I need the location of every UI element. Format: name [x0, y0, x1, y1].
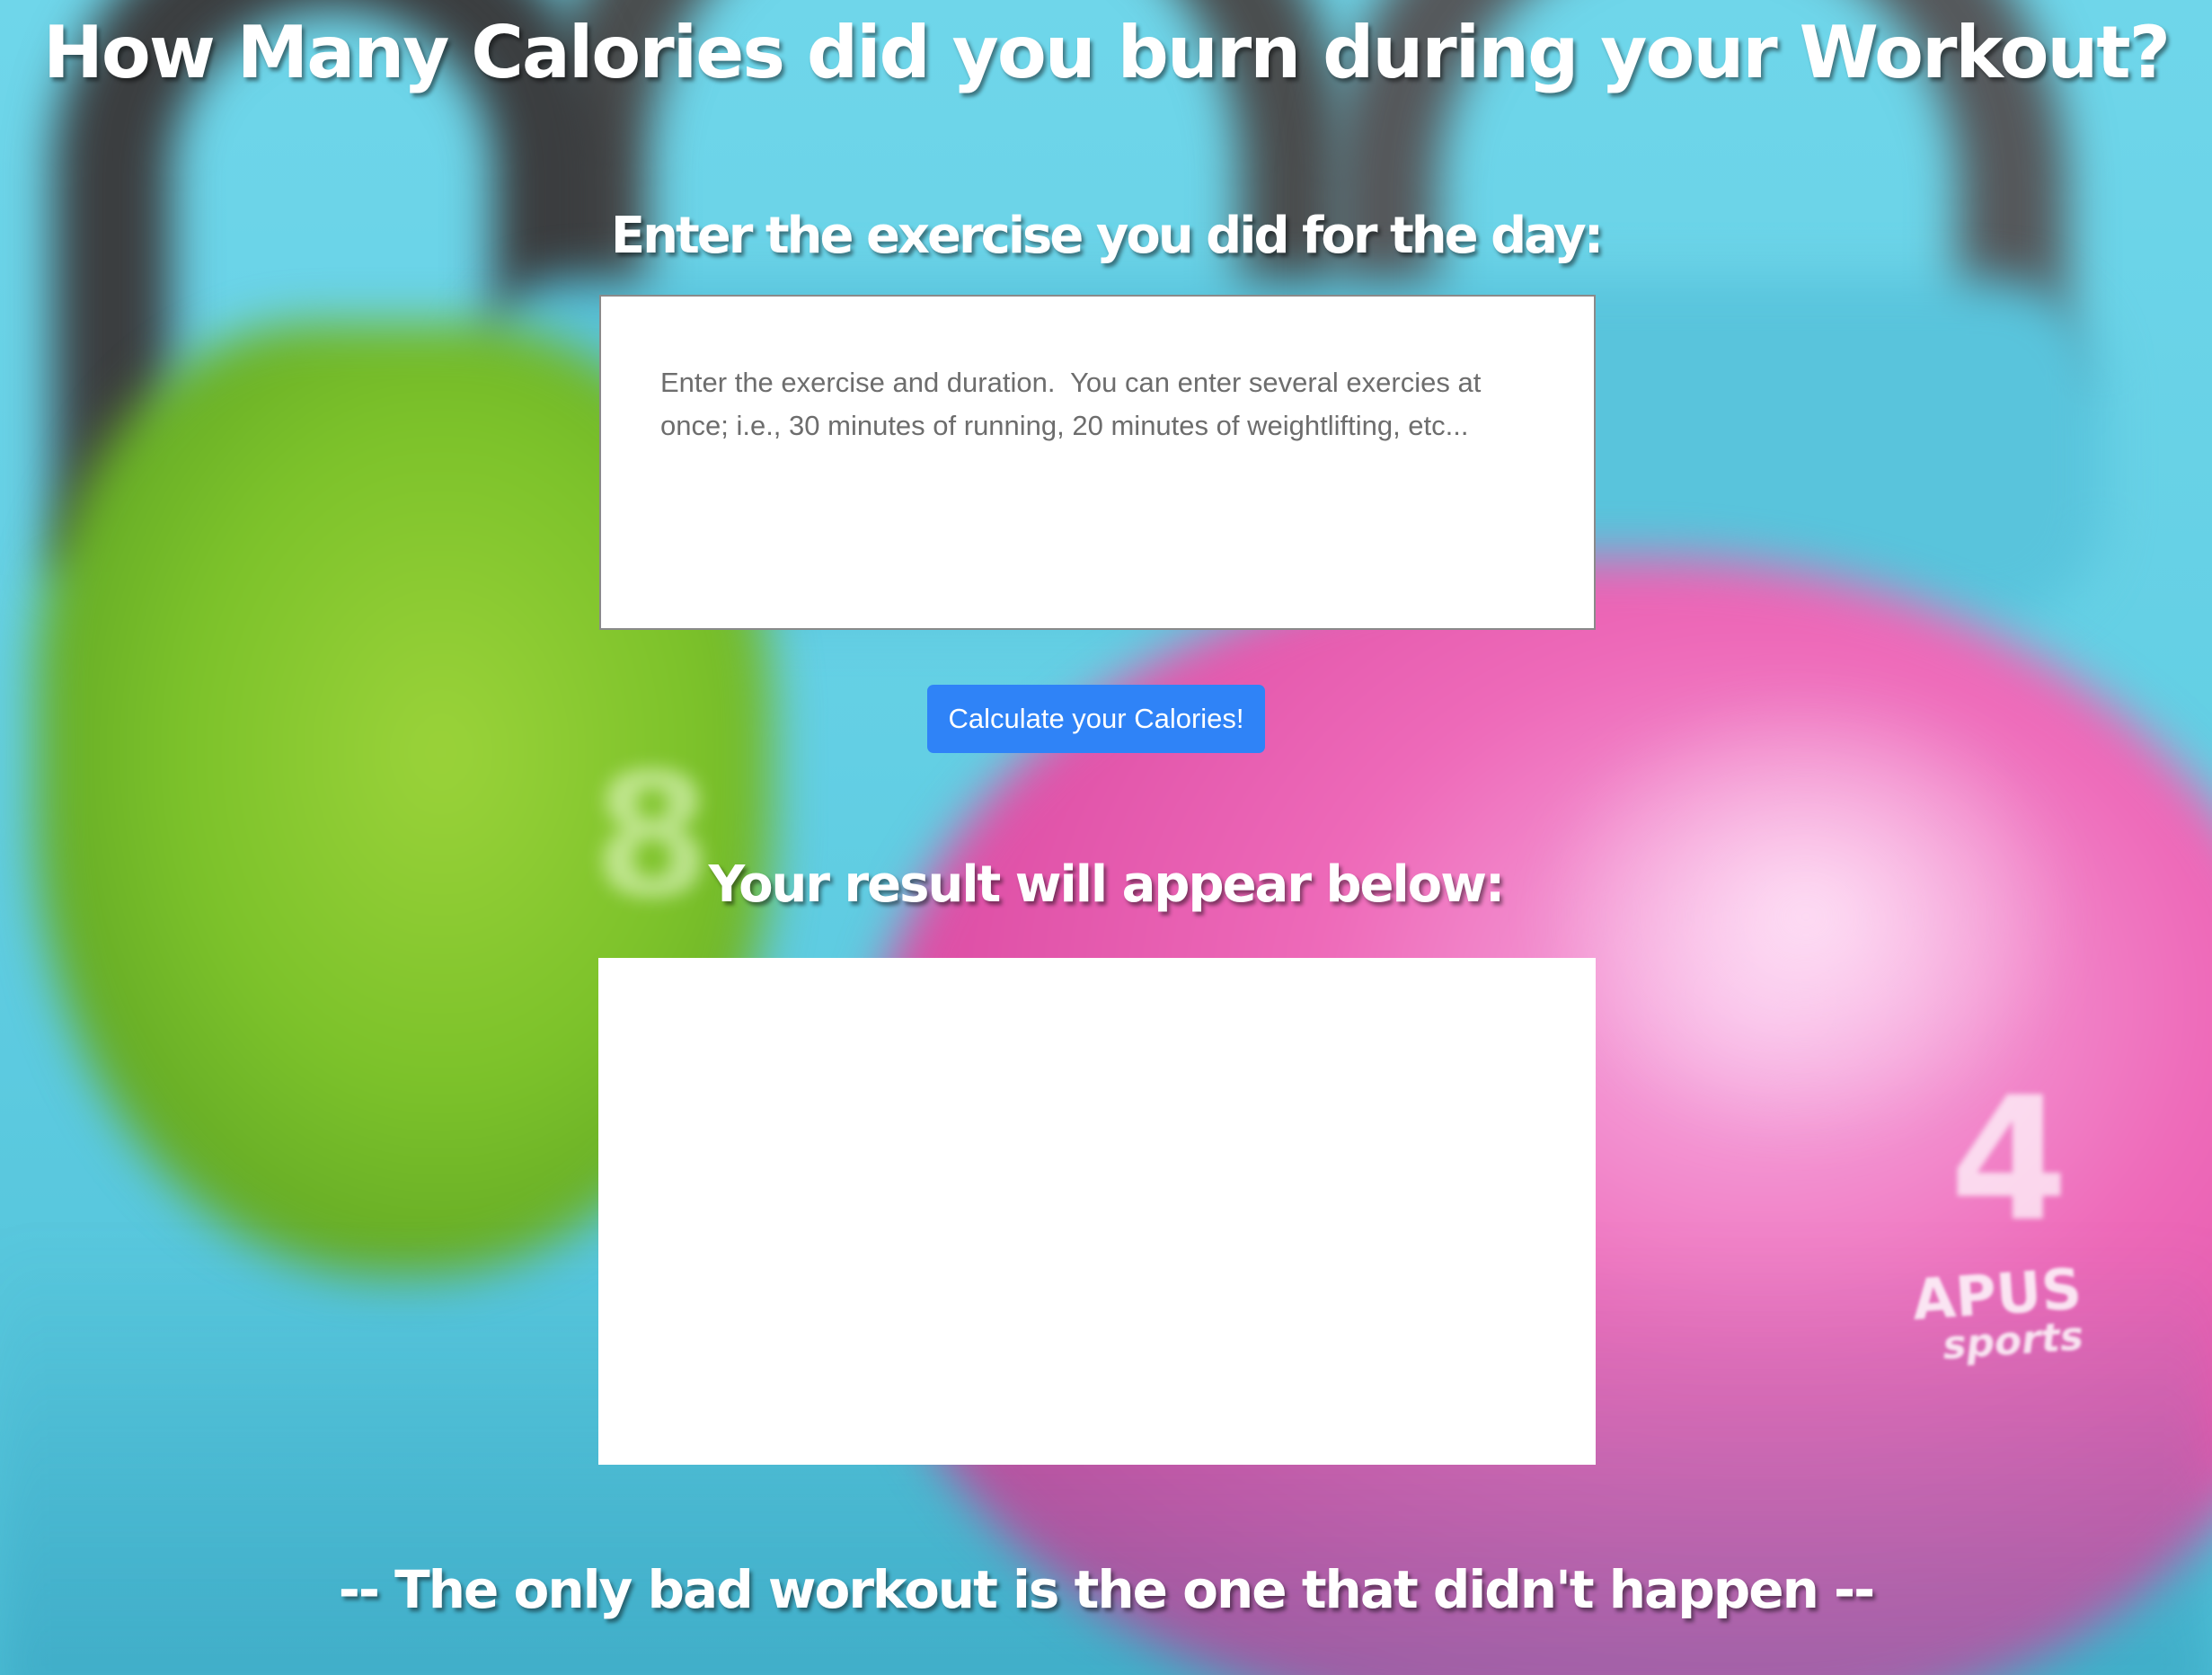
- result-output: [598, 958, 1596, 1465]
- exercise-input[interactable]: [599, 295, 1596, 630]
- result-heading: Your result will appear below:: [708, 855, 1506, 914]
- page-title: How Many Calories did you burn during yo…: [42, 11, 2171, 94]
- exercise-heading: Enter the exercise you did for the day:: [610, 207, 1604, 265]
- motivational-quote: -- The only bad workout is the one that …: [338, 1559, 1875, 1620]
- calorie-calculator: How Many Calories did you burn during yo…: [0, 0, 2212, 1675]
- calculate-calories-button[interactable]: Calculate your Calories!: [927, 685, 1265, 753]
